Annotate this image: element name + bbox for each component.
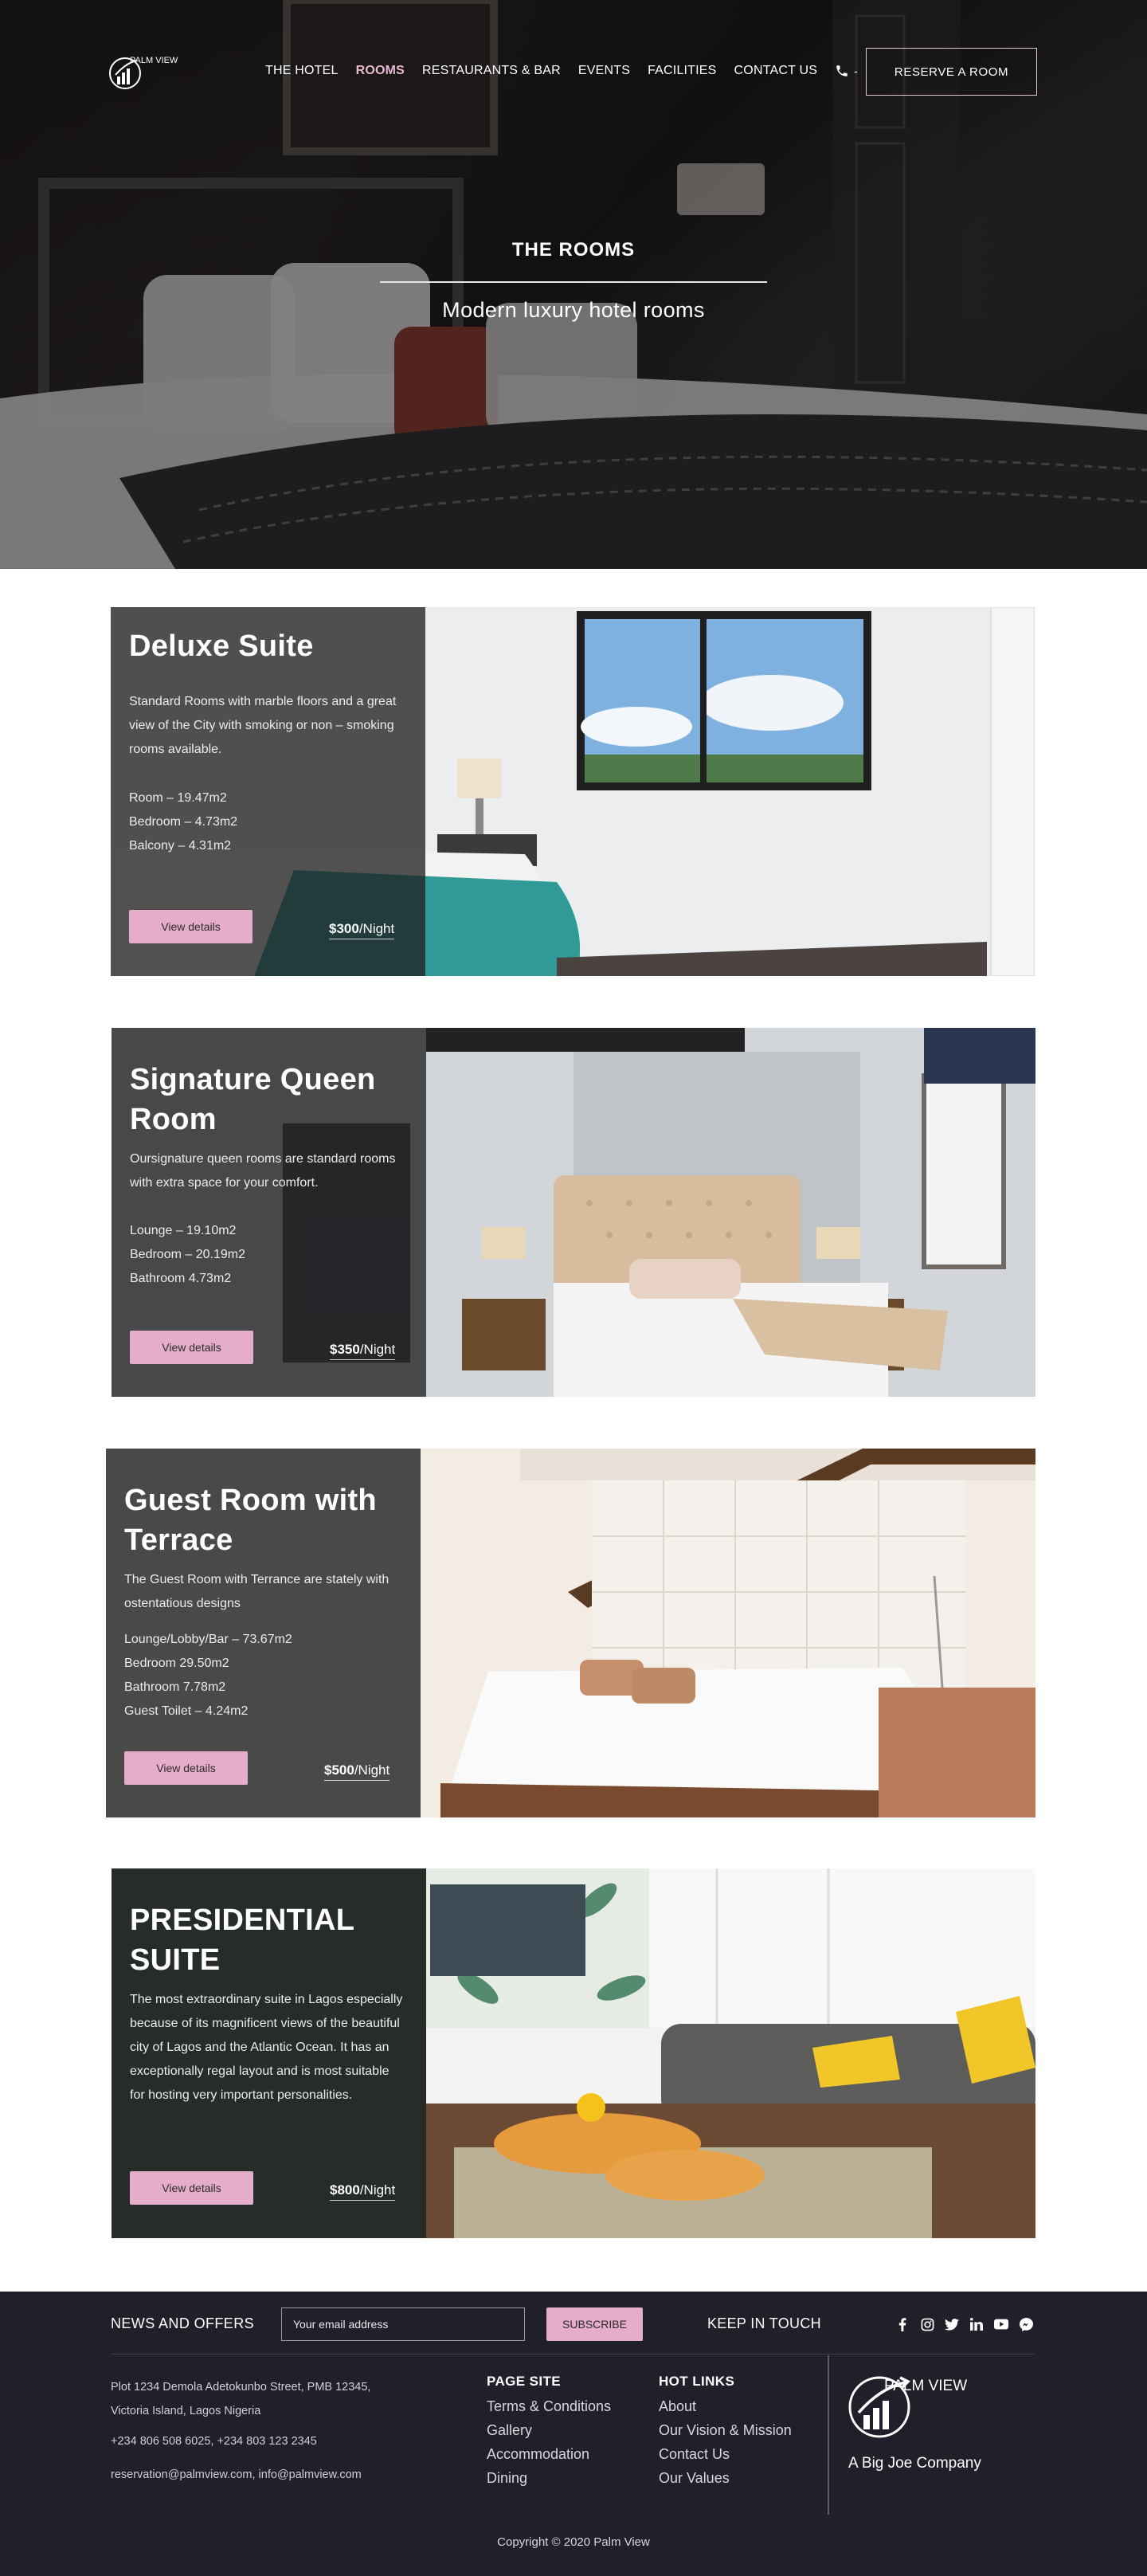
keep-in-touch-label: KEEP IN TOUCH xyxy=(707,2315,821,2331)
room-spec: Bathroom 4.73m2 xyxy=(130,1272,232,1285)
footer-vertical-divider xyxy=(828,2355,829,2515)
footer-link-gallery[interactable]: Gallery xyxy=(487,2418,611,2442)
footer-link-terms[interactable]: Terms & Conditions xyxy=(487,2394,611,2418)
price-unit: /Night xyxy=(359,1342,396,1357)
room-card-deluxe-suite: Deluxe Suite Standard Rooms with marble … xyxy=(111,607,1035,976)
newsletter-email-input[interactable] xyxy=(281,2307,525,2341)
phone-link[interactable]: - xyxy=(835,64,858,78)
page-subtitle: Modern luxury hotel rooms xyxy=(442,298,705,322)
footer-phone-numbers[interactable]: +234 806 508 6025, +234 803 123 2345 xyxy=(111,2435,317,2448)
price-unit: /Night xyxy=(354,1762,390,1778)
room-spec: Bedroom – 20.19m2 xyxy=(130,1248,245,1261)
room-price[interactable]: $500/Night xyxy=(324,1762,390,1781)
subscribe-button[interactable]: SUBSCRIBE xyxy=(546,2307,643,2341)
reserve-room-button[interactable]: RESERVE A ROOM xyxy=(866,48,1037,96)
nav-item-rooms[interactable]: ROOMS xyxy=(356,64,405,78)
parent-company: A Big Joe Company xyxy=(848,2455,981,2472)
phone-icon xyxy=(836,65,848,76)
room-card-guest-terrace: Guest Room with Terrace The Guest Room w… xyxy=(106,1449,1035,1817)
footer-link-our-values[interactable]: Our Values xyxy=(659,2466,792,2490)
hero-divider xyxy=(380,281,767,283)
room-spec: Bedroom – 4.73m2 xyxy=(129,815,238,829)
nav-item-the-hotel[interactable]: THE HOTEL xyxy=(265,64,339,78)
room-description: Oursignature queen rooms are standard ro… xyxy=(130,1152,396,1190)
room-price[interactable]: $350/Night xyxy=(330,1342,396,1360)
room-spec: Bathroom 7.78m2 xyxy=(124,1680,226,1694)
footer-link-vision-mission[interactable]: Our Vision & Mission xyxy=(659,2418,792,2442)
page-site-heading: PAGE SITE xyxy=(487,2374,562,2389)
room-title: PRESIDENTIAL SUITE xyxy=(130,1904,354,1977)
news-offers-label: NEWS AND OFFERS xyxy=(111,2315,255,2331)
room-title: Signature Queen Room xyxy=(130,1063,376,1136)
site-footer: NEWS AND OFFERS SUBSCRIBE KEEP IN TOUCH … xyxy=(0,2292,1147,2576)
nav-item-events[interactable]: EVENTS xyxy=(578,64,630,78)
room-spec: Room – 19.47m2 xyxy=(129,791,227,805)
main-nav: THE HOTEL ROOMS RESTAURANTS & BAR EVENTS… xyxy=(265,64,858,78)
svg-text:PALM VIEW: PALM VIEW xyxy=(130,56,178,65)
footer-palm-view-logo[interactable]: PALM VIEW xyxy=(848,2371,975,2443)
twitter-icon[interactable] xyxy=(945,2317,959,2331)
svg-text:PALM VIEW: PALM VIEW xyxy=(884,2378,967,2394)
room-title: Guest Room with Terrace xyxy=(124,1484,377,1557)
nav-item-restaurants-bar[interactable]: RESTAURANTS & BAR xyxy=(422,64,561,78)
price-amount: $800 xyxy=(330,2182,360,2198)
phone-suffix: - xyxy=(854,65,858,77)
youtube-icon[interactable] xyxy=(994,2317,1008,2331)
page-title: THE ROOMS xyxy=(511,239,636,261)
price-unit: /Night xyxy=(359,2182,396,2198)
footer-emails[interactable]: reservation@palmview.com, info@palmview.… xyxy=(111,2468,362,2481)
view-details-button[interactable]: View details xyxy=(130,1331,253,1364)
footer-page-site-column: PAGE SITE Terms & Conditions Gallery Acc… xyxy=(487,2374,611,2490)
room-spec: Bedroom 29.50m2 xyxy=(124,1657,229,1670)
address-line: Victoria Island, Lagos Nigeria xyxy=(111,2405,261,2417)
room-card-presidential-suite: PRESIDENTIAL SUITE The most extraordinar… xyxy=(112,1868,1035,2238)
price-amount: $500 xyxy=(324,1762,354,1778)
footer-address: Plot 1234 Demola Adetokunbo Street, PMB … xyxy=(111,2375,370,2423)
view-details-button[interactable]: View details xyxy=(130,2171,253,2205)
room-price[interactable]: $800/Night xyxy=(330,2182,396,2201)
instagram-icon[interactable] xyxy=(920,2317,934,2331)
palm-logo-icon: PALM VIEW xyxy=(109,56,178,89)
footer-link-about[interactable]: About xyxy=(659,2394,792,2418)
room-spec: Balcony – 4.31m2 xyxy=(129,839,232,853)
view-details-button[interactable]: View details xyxy=(129,910,252,943)
room-description: The most extraordinary suite in Lagos es… xyxy=(130,1993,403,2102)
nav-item-contact-us[interactable]: CONTACT US xyxy=(734,64,818,78)
footer-link-contact-us[interactable]: Contact Us xyxy=(659,2442,792,2466)
palm-view-logo[interactable]: PALM VIEW xyxy=(109,53,205,94)
social-links xyxy=(895,2317,1033,2331)
nav-item-facilities[interactable]: FACILITIES xyxy=(648,64,716,78)
room-card-signature-queen: Signature Queen Room Oursignature queen … xyxy=(112,1028,1035,1397)
facebook-icon[interactable] xyxy=(895,2317,910,2331)
linkedin-icon[interactable] xyxy=(969,2317,984,2331)
palm-logo-icon: PALM VIEW xyxy=(848,2376,967,2438)
room-specs: Room – 19.47m2 Bedroom – 4.73m2 Balcony … xyxy=(129,786,237,858)
room-spec: Lounge – 19.10m2 xyxy=(130,1224,237,1237)
price-unit: /Night xyxy=(358,921,395,936)
room-price[interactable]: $300/Night xyxy=(329,921,395,939)
room-description: Standard Rooms with marble floors and a … xyxy=(129,695,397,756)
address-line: Plot 1234 Demola Adetokunbo Street, PMB … xyxy=(111,2381,371,2394)
footer-hot-links-column: HOT LINKS About Our Vision & Mission Con… xyxy=(659,2374,792,2490)
footer-link-dining[interactable]: Dining xyxy=(487,2466,611,2490)
room-description: The Guest Room with Terrance are stately… xyxy=(124,1573,390,1610)
room-title: Deluxe Suite xyxy=(129,629,314,663)
hero-section: PALM VIEW THE HOTEL ROOMS RESTAURANTS & … xyxy=(0,0,1147,569)
room-specs: Lounge – 19.10m2 Bedroom – 20.19m2 Bathr… xyxy=(130,1219,245,1291)
price-amount: $350 xyxy=(330,1342,360,1357)
footer-link-accommodation[interactable]: Accommodation xyxy=(487,2442,611,2466)
room-spec: Guest Toilet – 4.24m2 xyxy=(124,1704,249,1718)
messenger-icon[interactable] xyxy=(1019,2317,1033,2331)
hot-links-heading: HOT LINKS xyxy=(659,2374,735,2389)
view-details-button[interactable]: View details xyxy=(124,1751,248,1785)
price-amount: $300 xyxy=(329,921,359,936)
room-specs: Lounge/Lobby/Bar – 73.67m2 Bedroom 29.50… xyxy=(124,1628,292,1723)
room-spec: Lounge/Lobby/Bar – 73.67m2 xyxy=(124,1633,292,1646)
copyright: Copyright © 2020 Palm View xyxy=(497,2535,650,2549)
